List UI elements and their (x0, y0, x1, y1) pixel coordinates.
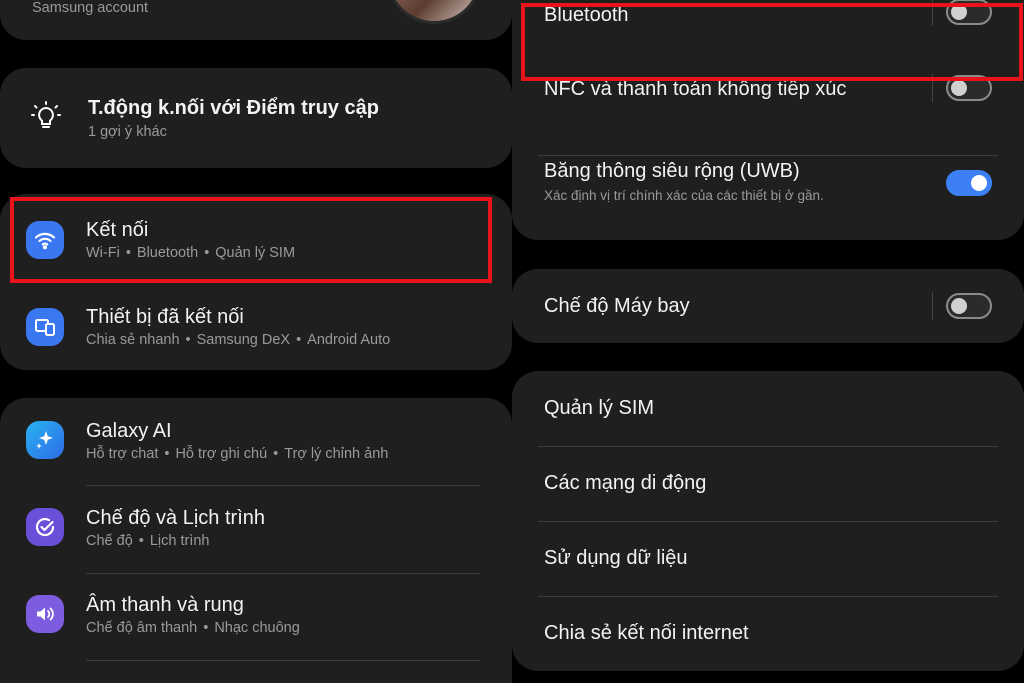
sparkle-icon (26, 421, 64, 459)
item-title-modes-routines: Chế độ và Lịch trình (86, 507, 265, 529)
item-title-galaxy-ai: Galaxy AI (86, 420, 172, 442)
item-title-connected-devices: Thiết bị đã kết nối (86, 306, 244, 328)
item-subtitle-galaxy-ai: Hỗ trợ chat • Hỗ trợ ghi chú • Trợ lý chỉnh … (86, 446, 389, 462)
setting-row-nfc[interactable]: NFC và thanh toán không tiếp xúc (512, 74, 1024, 155)
divider (86, 660, 480, 661)
item-subtitle-modes-routines: Chế độ • Lịch trình (86, 533, 210, 549)
setting-row-sim-manager[interactable]: Quản lý SIM (512, 371, 1024, 446)
airplane-mode-switch[interactable] (946, 293, 992, 319)
hotspot-tethering-label: Chia sẻ kết nối internet (544, 622, 749, 644)
account-subtitle: Samsung account (32, 0, 149, 16)
item-subtitle-connected-devices: Chia sẻ nhanh • Samsung DeX • Android Auto (86, 332, 391, 348)
airplane-mode-label: Chế độ Máy bay (544, 295, 690, 317)
network-settings-card: Quản lý SIM Các mạng di động Sử dụng dữ … (512, 371, 1024, 671)
setting-row-data-usage[interactable]: Sử dụng dữ liệu (512, 522, 1024, 596)
airplane-card[interactable]: Chế độ Máy bay (512, 269, 1024, 343)
setting-row-uwb[interactable]: Băng thông siêu rộng (UWB) Xác định vị t… (512, 156, 1024, 240)
settings-item-connected-devices[interactable]: Thiết bị đã kết nối Chia sẻ nhanh • Samsun… (0, 282, 512, 370)
separator (932, 292, 933, 320)
data-usage-label: Sử dụng dữ liệu (544, 547, 688, 569)
features-card: Galaxy AI Hỗ trợ chat • Hỗ trợ ghi chú • Trợ… (0, 398, 512, 683)
highlight-connections (10, 197, 492, 283)
settings-item-sound-vibration[interactable]: Âm thanh và rung Chế độ âm thanh • Nhạc ch… (0, 574, 512, 661)
lightbulb-icon (28, 98, 64, 134)
connections-panel: Bluetooth NFC và thanh toán không tiếp x… (512, 0, 1024, 683)
mobile-networks-label: Các mạng di động (544, 472, 707, 494)
modes-check-icon (26, 508, 64, 546)
settings-item-modes-routines[interactable]: Chế độ và Lịch trình Chế độ • Lịch trình (0, 486, 512, 573)
uwb-description: Xác định vị trí chính xác của các thiết … (544, 188, 824, 203)
account-card[interactable]: Samsung account (0, 0, 512, 40)
setting-row-mobile-networks[interactable]: Các mạng di động (512, 447, 1024, 521)
avatar (386, 0, 482, 24)
uwb-label: Băng thông siêu rộng (UWB) (544, 160, 800, 182)
suggestion-title: T.động k.nối với Điểm truy cập (88, 97, 379, 119)
highlight-bluetooth (521, 3, 1023, 81)
uwb-switch[interactable] (946, 170, 992, 196)
nfc-label: NFC và thanh toán không tiếp xúc (544, 78, 847, 100)
settings-main-panel: Samsung account T.động k.nối với Điểm tr… (0, 0, 512, 683)
sim-manager-label: Quản lý SIM (544, 397, 655, 419)
settings-item-galaxy-ai[interactable]: Galaxy AI Hỗ trợ chat • Hỗ trợ ghi chú • Trợ… (0, 398, 512, 485)
suggestion-card[interactable]: T.động k.nối với Điểm truy cập 1 gợi ý k… (0, 68, 512, 168)
item-title-sound-vibration: Âm thanh và rung (86, 594, 244, 616)
setting-row-hotspot-tethering[interactable]: Chia sẻ kết nối internet (512, 597, 1024, 671)
item-subtitle-sound-vibration: Chế độ âm thanh • Nhạc chuông (86, 620, 300, 636)
suggestion-subtitle: 1 gợi ý khác (88, 124, 167, 140)
speaker-icon (26, 595, 64, 633)
connected-devices-icon (26, 308, 64, 346)
